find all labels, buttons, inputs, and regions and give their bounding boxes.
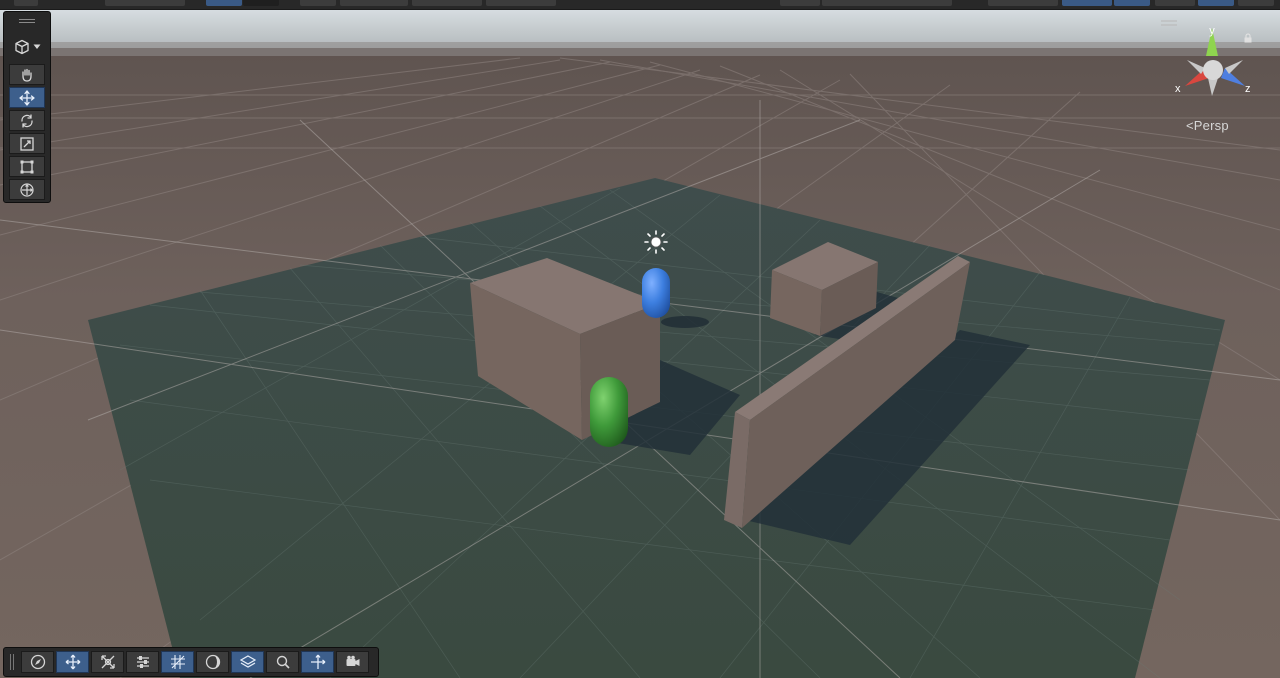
pivot-button[interactable] — [301, 651, 334, 673]
gizmo-y-label: y — [1209, 25, 1215, 37]
grid-icon — [170, 655, 185, 669]
top-toolbar-button[interactable] — [206, 0, 242, 6]
top-toolbar — [0, 0, 1280, 10]
snap-button[interactable] — [91, 651, 124, 673]
palette-grip[interactable] — [19, 22, 35, 23]
top-toolbar-button[interactable] — [1062, 0, 1112, 6]
move-arrows-icon — [65, 654, 80, 670]
chevron-down-icon — [33, 44, 40, 49]
move-arrows-icon — [19, 89, 35, 106]
directional-light-icon[interactable] — [644, 230, 668, 254]
blue-capsule[interactable] — [642, 268, 670, 318]
transform-icon — [20, 182, 34, 197]
layers-icon — [239, 655, 256, 668]
rect-tool-button[interactable] — [9, 156, 45, 177]
top-toolbar-button[interactable] — [300, 0, 336, 6]
top-toolbar-button[interactable] — [780, 0, 820, 6]
rect-transform-icon — [20, 160, 34, 173]
top-toolbar-button[interactable] — [1198, 0, 1234, 6]
orientation-gizmo[interactable]: y x z — [1165, 22, 1265, 132]
draw-mode-button[interactable] — [9, 36, 45, 58]
gizmo-z-cone[interactable] — [1221, 68, 1245, 86]
shading-sphere-icon — [205, 654, 220, 670]
top-toolbar-button[interactable] — [1155, 0, 1195, 6]
scale-tool-button[interactable] — [9, 133, 45, 154]
camera-icon — [346, 655, 359, 666]
move-snap-button[interactable] — [56, 651, 89, 673]
top-toolbar-button[interactable] — [14, 0, 38, 6]
tool-palette — [3, 11, 51, 203]
align-button[interactable] — [126, 651, 159, 673]
top-toolbar-button[interactable] — [105, 0, 185, 6]
horizon-haze — [0, 42, 1280, 56]
scene-render[interactable] — [0, 0, 1280, 678]
transform-tool-button[interactable] — [9, 179, 45, 200]
top-toolbar-button[interactable] — [243, 0, 279, 6]
camera-button[interactable] — [336, 651, 369, 673]
top-toolbar-button[interactable] — [340, 0, 408, 6]
top-toolbar-button[interactable] — [486, 0, 556, 6]
toolbar-grip[interactable] — [13, 654, 14, 670]
top-toolbar-button[interactable] — [412, 0, 482, 6]
snap-icon — [100, 655, 115, 669]
navigation-button[interactable] — [21, 651, 54, 673]
scene-viewport[interactable]: y x z <Persp — [0, 0, 1280, 678]
gizmo-x-label: x — [1175, 83, 1181, 95]
cube-icon — [14, 39, 29, 55]
view-tool-button[interactable] — [9, 64, 45, 85]
align-sliders-icon — [136, 656, 149, 668]
green-capsule[interactable] — [590, 377, 628, 447]
projection-label: Persp — [1193, 118, 1229, 133]
top-toolbar-button[interactable] — [822, 0, 952, 6]
rotate-icon — [21, 113, 33, 128]
layers-button[interactable] — [231, 651, 264, 673]
pivot-icon — [310, 654, 325, 669]
shading-button[interactable] — [196, 651, 229, 673]
top-toolbar-button[interactable] — [1114, 0, 1150, 6]
palette-grip[interactable] — [19, 19, 35, 20]
scale-icon — [20, 136, 34, 151]
projection-toggle[interactable]: <Persp — [1186, 118, 1229, 133]
overlay-toolbar — [3, 647, 379, 677]
gizmo-z-label: z — [1245, 83, 1251, 95]
axis-gizmo-icon: y x z — [1175, 25, 1251, 96]
capsule-shadow — [661, 316, 709, 328]
top-toolbar-button[interactable] — [988, 0, 1058, 6]
top-toolbar-button[interactable] — [1238, 0, 1274, 6]
rotate-tool-button[interactable] — [9, 110, 45, 131]
move-tool-button[interactable] — [9, 87, 45, 108]
search-button[interactable] — [266, 651, 299, 673]
grid-button[interactable] — [161, 651, 194, 673]
hand-icon — [22, 68, 32, 82]
search-icon — [276, 655, 290, 669]
compass-icon — [30, 654, 45, 670]
chevron-left-icon: < — [1186, 118, 1194, 133]
toolbar-grip[interactable] — [10, 654, 11, 670]
